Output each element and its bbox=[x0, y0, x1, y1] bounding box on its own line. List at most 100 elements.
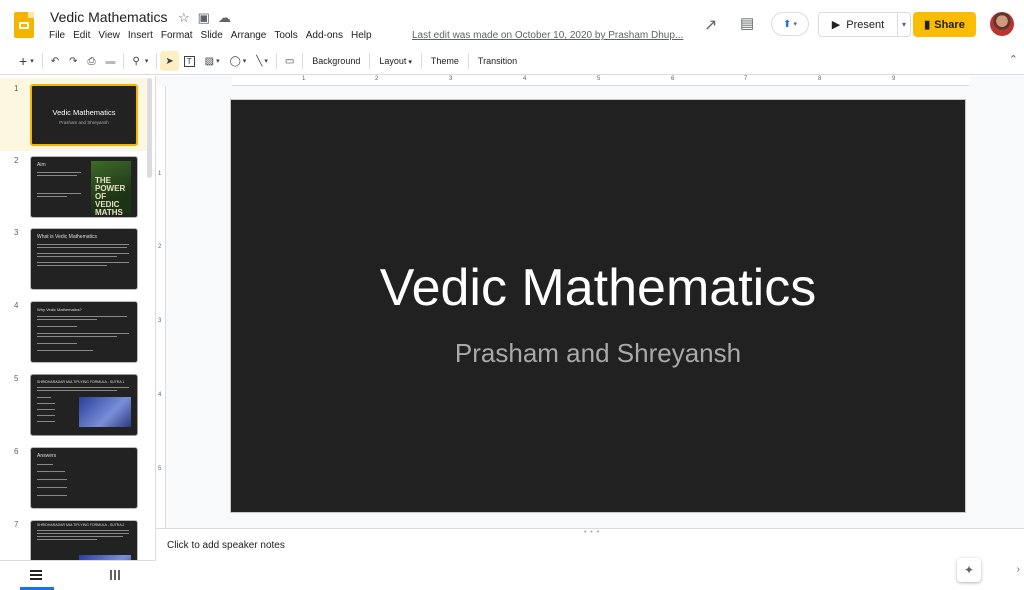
divider bbox=[123, 53, 125, 69]
slide-thumbnail[interactable]: Answers bbox=[30, 447, 138, 509]
title-icons: ☆ ▣ ☁ bbox=[178, 10, 231, 26]
menu-arrange[interactable]: Arrange bbox=[231, 30, 271, 41]
redo-icon: ↷ bbox=[69, 55, 78, 67]
speaker-notes-placeholder[interactable]: Click to add speaker notes bbox=[167, 540, 285, 551]
slide-filmstrip[interactable]: 1 Vedic Mathematics Prasham and Shreyans… bbox=[0, 76, 156, 589]
menu-edit[interactable]: Edit bbox=[73, 30, 94, 41]
text-line bbox=[37, 247, 127, 248]
slide-thumbnail[interactable]: Why Vedic Mathematics? bbox=[30, 301, 138, 363]
menu-insert[interactable]: Insert bbox=[128, 30, 157, 41]
ruler-tick: 5 bbox=[597, 76, 601, 82]
ruler-tick: 3 bbox=[449, 76, 453, 82]
slide-thumbnail-row[interactable]: 4 Why Vedic Mathematics? bbox=[0, 295, 148, 368]
add-comment-icon: ▭ bbox=[284, 55, 295, 67]
slide-canvas[interactable]: Vedic Mathematics Prasham and Shreyansh bbox=[230, 99, 966, 513]
list-view-icon[interactable] bbox=[30, 570, 42, 580]
slide-thumbnail-row[interactable]: 5 SHRIDHARADAR MULTIPLYING FORMULA - SUT… bbox=[0, 368, 148, 441]
line-button[interactable]: ╲ ▾ bbox=[251, 51, 273, 71]
chevron-down-icon: ▾ bbox=[144, 58, 149, 65]
document-title[interactable]: Vedic Mathematics bbox=[50, 9, 168, 25]
plus-icon: + bbox=[19, 53, 28, 69]
text-line bbox=[37, 253, 129, 254]
slide-subtitle[interactable]: Prasham and Shreyansh bbox=[231, 338, 965, 369]
slide-number: 4 bbox=[14, 301, 19, 310]
slide-thumbnail[interactable]: Aim THE POWER OF VEDIC MATHS bbox=[30, 156, 138, 218]
text-line bbox=[37, 530, 129, 531]
slide-number: 5 bbox=[14, 374, 19, 383]
line-icon: ╲ bbox=[256, 55, 263, 67]
slide-thumbnail-row[interactable]: 3 What is Vedic Mathematics bbox=[0, 222, 148, 295]
menu-view[interactable]: View bbox=[98, 30, 124, 41]
text-line bbox=[37, 333, 129, 334]
chevron-down-icon: ▾ bbox=[30, 58, 34, 65]
insert-image-button[interactable]: ▨ ▾ bbox=[200, 51, 225, 71]
last-edit-link[interactable]: Last edit was made on October 10, 2020 b… bbox=[412, 30, 683, 41]
paint-format-button[interactable]: ▬ bbox=[100, 51, 120, 71]
share-label: Share bbox=[934, 18, 965, 31]
comment-history-icon[interactable]: ▤ bbox=[740, 14, 754, 32]
menu-slide[interactable]: Slide bbox=[201, 30, 227, 41]
text-box-button[interactable]: T bbox=[179, 51, 200, 71]
star-icon[interactable]: ☆ bbox=[178, 10, 190, 26]
menu-tools[interactable]: Tools bbox=[274, 30, 301, 41]
new-slide-button[interactable]: + ▾ bbox=[14, 51, 39, 71]
account-avatar[interactable] bbox=[990, 12, 1014, 36]
ruler-tick: 5 bbox=[158, 466, 162, 472]
shape-icon: ◯ bbox=[229, 55, 241, 67]
vertical-ruler[interactable]: 1 2 3 4 5 bbox=[156, 86, 166, 528]
text-line bbox=[37, 479, 67, 480]
speaker-notes-panel[interactable]: Click to add speaker notes ✦ › bbox=[156, 534, 1024, 589]
activity-trend-icon[interactable]: ↗ bbox=[704, 15, 717, 35]
present-button[interactable]: ▶ Present bbox=[818, 12, 898, 37]
redo-button[interactable]: ↷ bbox=[64, 51, 82, 71]
transition-button[interactable]: Transition bbox=[472, 56, 523, 66]
text-line bbox=[37, 533, 129, 534]
slide-title[interactable]: Vedic Mathematics bbox=[231, 258, 965, 318]
present-options-dropdown[interactable]: ▾ bbox=[897, 12, 911, 37]
text-line bbox=[37, 421, 55, 422]
menu-file[interactable]: File bbox=[49, 30, 69, 41]
multiplication-image bbox=[79, 397, 131, 427]
print-button[interactable]: ⎙ bbox=[82, 51, 100, 71]
menu-addons[interactable]: Add-ons bbox=[306, 30, 347, 41]
undo-button[interactable]: ↶ bbox=[46, 51, 64, 71]
background-button[interactable]: Background bbox=[306, 56, 366, 66]
text-box-icon: T bbox=[183, 55, 195, 67]
slide-editor[interactable]: 1 2 3 4 5 6 7 8 9 1 2 3 4 5 Vedic Mathem… bbox=[156, 76, 1024, 528]
cloud-status-icon[interactable]: ☁ bbox=[218, 10, 231, 26]
chevron-down-icon: ▾ bbox=[901, 20, 906, 29]
horizontal-ruler[interactable]: 1 2 3 4 5 6 7 8 9 bbox=[232, 76, 970, 86]
text-line bbox=[37, 316, 127, 317]
add-comment-button[interactable]: ▭ bbox=[280, 51, 299, 71]
slide-thumbnail-row[interactable]: 2 Aim THE POWER OF VEDIC MATHS bbox=[0, 150, 148, 223]
slide-thumbnail-row[interactable]: 1 Vedic Mathematics Prasham and Shreyans… bbox=[0, 78, 148, 151]
explore-icon: ✦ bbox=[963, 563, 975, 577]
collapse-menu-icon[interactable]: ⌃ bbox=[1009, 53, 1018, 66]
slide-thumbnail[interactable]: SHRIDHARADAR MULTIPLYING FORMULA - SUTRA… bbox=[30, 374, 138, 436]
select-tool-button[interactable]: ➤ bbox=[160, 51, 179, 71]
explore-button[interactable]: ✦ bbox=[957, 558, 981, 582]
text-line bbox=[37, 172, 81, 173]
share-button[interactable]: ▮ Share bbox=[913, 12, 976, 37]
theme-button[interactable]: Theme bbox=[425, 56, 465, 66]
shape-button[interactable]: ◯ ▾ bbox=[225, 51, 252, 71]
filmstrip-scrollbar[interactable] bbox=[147, 78, 152, 178]
side-panel-arrow-icon[interactable]: › bbox=[1017, 564, 1020, 575]
slide-thumbnail-row[interactable]: 6 Answers bbox=[0, 441, 148, 514]
grid-view-icon[interactable] bbox=[110, 570, 120, 580]
chevron-down-icon: ▾ bbox=[216, 58, 220, 65]
move-folder-icon[interactable]: ▣ bbox=[198, 10, 210, 26]
ruler-tick: 2 bbox=[375, 76, 379, 82]
meet-present-button[interactable]: ⬆ ▾ bbox=[771, 12, 809, 36]
menu-help[interactable]: Help bbox=[351, 30, 376, 41]
slides-logo-icon[interactable] bbox=[14, 12, 34, 38]
menu-format[interactable]: Format bbox=[161, 30, 197, 41]
image-icon: ▨ bbox=[204, 55, 215, 67]
text-line bbox=[37, 464, 53, 465]
slide-thumbnail[interactable]: Vedic Mathematics Prasham and Shreyansh bbox=[30, 84, 138, 146]
ruler-tick: 7 bbox=[744, 76, 748, 82]
ruler-tick: 1 bbox=[302, 76, 306, 82]
layout-button[interactable]: Layout ▾ bbox=[373, 56, 418, 66]
zoom-button[interactable]: ⚲ ▾ bbox=[127, 51, 153, 71]
slide-thumbnail[interactable]: What is Vedic Mathematics bbox=[30, 228, 138, 290]
